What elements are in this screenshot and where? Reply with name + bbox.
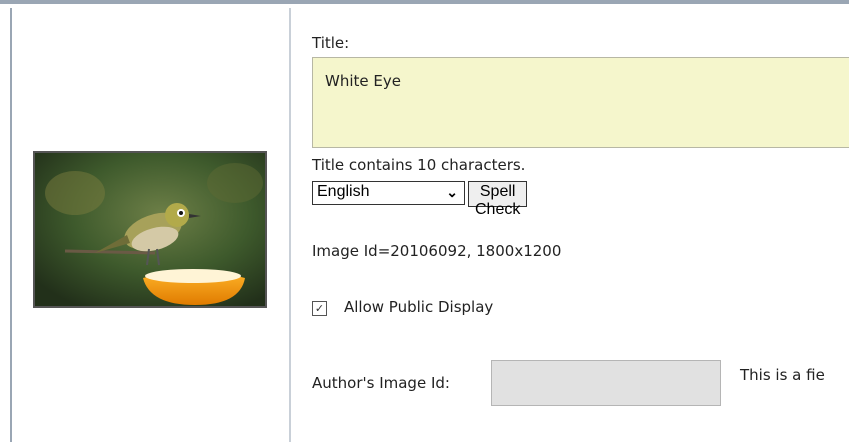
allow-public-display-label[interactable]: Allow Public Display bbox=[344, 298, 493, 316]
author-image-id-label: Author's Image Id: bbox=[312, 374, 450, 392]
allow-public-display-checkbox[interactable]: ✓ bbox=[312, 301, 327, 316]
author-image-id-input[interactable] bbox=[491, 360, 721, 406]
title-char-count: Title contains 10 characters. bbox=[312, 156, 526, 174]
bird-photo bbox=[35, 153, 265, 306]
title-label: Title: bbox=[312, 34, 350, 52]
author-image-id-note: This is a fie bbox=[740, 366, 825, 384]
chevron-down-icon: ⌄ bbox=[446, 184, 458, 200]
left-border bbox=[10, 8, 12, 442]
language-select-value: English bbox=[317, 183, 370, 200]
column-divider bbox=[289, 8, 291, 442]
title-input[interactable] bbox=[312, 57, 849, 148]
check-icon: ✓ bbox=[314, 302, 325, 315]
form-frame: Title: Title contains 10 characters. Eng… bbox=[0, 0, 849, 442]
spell-check-button[interactable]: Spell Check bbox=[468, 181, 528, 218]
image-id-text: Image Id=20106092, 1800x1200 bbox=[312, 242, 562, 260]
language-select[interactable]: English ⌄ bbox=[312, 181, 465, 205]
bird-image-thumbnail[interactable] bbox=[33, 151, 267, 308]
